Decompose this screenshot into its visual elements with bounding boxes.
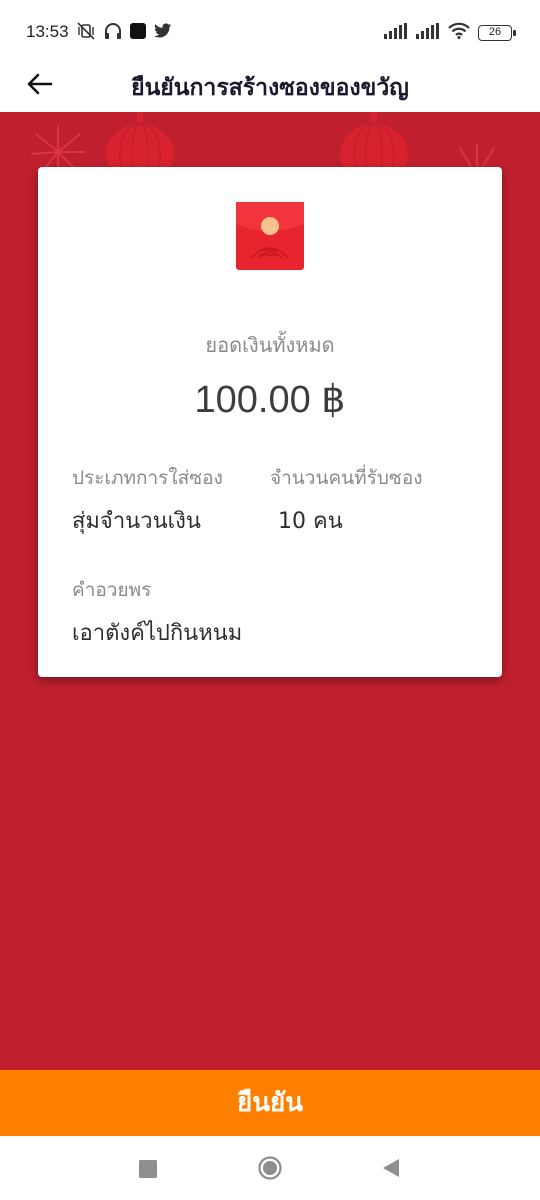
- wifi-icon: [448, 22, 470, 43]
- confirm-button[interactable]: ยืนยัน: [0, 1070, 540, 1136]
- total-amount-value: 100.00 ฿: [194, 379, 346, 421]
- signal-icon: [416, 22, 440, 43]
- back-triangle-icon[interactable]: [382, 1158, 400, 1182]
- lantern-decoration-icon: [340, 112, 408, 172]
- app-header: ยืนยันการสร้างซองของขวัญ: [0, 62, 540, 112]
- greeting-value: เอาตังค์ไปกินหนม: [72, 621, 243, 646]
- status-right-icons: 26: [384, 22, 516, 43]
- envelope-type-value: สุ่มจำนวนเงิน: [72, 509, 201, 534]
- greeting-label: คำอวยพร: [72, 579, 152, 601]
- headphones-icon: [104, 22, 122, 44]
- envelope-type-label: ประเภทการใส่ซอง: [72, 467, 223, 489]
- signal-icon: [384, 22, 408, 43]
- system-nav-bar: [0, 1136, 540, 1200]
- app-square-icon: [130, 23, 146, 43]
- status-time: 13:53: [26, 22, 69, 41]
- lantern-decoration-icon: [106, 112, 174, 172]
- status-left-icons: [76, 22, 172, 44]
- twitter-icon: [154, 23, 172, 43]
- total-amount-label: ยอดเงินทั้งหมด: [205, 333, 335, 357]
- recipients-label: จำนวนคนที่รับซอง: [270, 467, 423, 489]
- status-bar: 13:53 26: [0, 0, 540, 62]
- mute-vibrate-icon: [76, 22, 96, 44]
- recipients-value: 10 คน: [278, 509, 343, 534]
- red-envelope-icon: [236, 202, 304, 270]
- home-icon[interactable]: [258, 1156, 282, 1184]
- confirmation-card: ยอดเงินทั้งหมด 100.00 ฿ ประเภทการใส่ซอง …: [38, 167, 502, 677]
- page-title: ยืนยันการสร้างซองของขวัญ: [131, 75, 409, 101]
- recent-apps-icon[interactable]: [139, 1160, 157, 1182]
- battery-icon: 26: [478, 24, 516, 41]
